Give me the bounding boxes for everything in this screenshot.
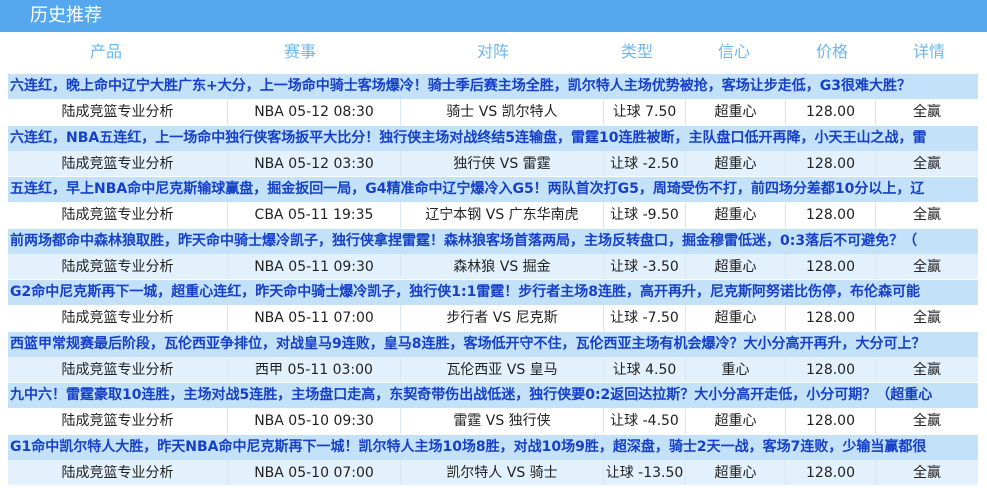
type-cell: 让球 4.50 — [604, 356, 686, 382]
detail-result-cell[interactable]: 全赢 — [876, 357, 978, 383]
price-cell: 128.00 — [786, 99, 876, 125]
recommendation-headline-link[interactable]: 前两场都命中森林狼取胜，昨天命中骑士爆冷凯子，独行侠拿捏雷霆！森林狼客场首落两局… — [8, 228, 978, 254]
product-cell: 陆成竞篮专业分析 — [8, 408, 228, 434]
type-cell: 让球 -13.50 — [604, 459, 686, 485]
history-recommendation-panel: 历史推荐 产品 赛事 对阵 类型 信心 价格 详情 六连红，晚上命中辽宁大胜广东… — [0, 0, 987, 488]
product-cell: 陆成竞篮专业分析 — [8, 150, 228, 176]
confidence-cell: 超重心 — [686, 150, 786, 176]
match-cell: 凯尔特人 VS 骑士 — [401, 459, 604, 485]
table-row: 陆成竞篮专业分析 NBA 05-12 03:30 独行侠 VS 雷霆 让球 -2… — [8, 150, 978, 177]
event-cell: 西甲 05-11 03:00 — [228, 356, 401, 382]
price-cell: 128.00 — [786, 408, 876, 434]
header-detail: 详情 — [912, 42, 946, 61]
recommendation-list: 六连红，晚上命中辽宁大胜广东+大分，上一场命中骑士客场爆冷！骑士季后赛主场全胜，… — [8, 74, 978, 486]
event-cell: NBA 05-12 03:30 — [228, 150, 401, 176]
recommendation-item: 九中六！雷霆豪取10连胜，主场对战5连胜，主场盘口走高，东契奇带伤出战低迷，独行… — [8, 383, 978, 435]
event-cell: NBA 05-12 08:30 — [228, 99, 401, 125]
recommendation-headline-link[interactable]: G2命中尼克斯再下一城，超重心连红，昨天命中骑士爆冷凯子，独行侠1:1雷霆！步行… — [8, 280, 978, 305]
match-cell: 步行者 VS 尼克斯 — [401, 305, 604, 331]
recommendation-headline-link[interactable]: 六连红，晚上命中辽宁大胜广东+大分，上一场命中骑士客场爆冷！骑士季后赛主场全胜，… — [8, 74, 978, 99]
product-cell: 陆成竞篮专业分析 — [8, 305, 228, 331]
recommendation-item: 五连红，早上NBA命中尼克斯输球赢盘，掘金扳回一局，G4精准命中辽宁爆冷入G5！… — [8, 177, 978, 229]
recommendation-item: 六连红，晚上命中辽宁大胜广东+大分，上一场命中骑士客场爆冷！骑士季后赛主场全胜，… — [8, 74, 978, 126]
detail-result-cell[interactable]: 全赢 — [876, 305, 978, 331]
detail-result-cell[interactable]: 全赢 — [876, 202, 978, 228]
product-cell: 陆成竞篮专业分析 — [8, 202, 228, 228]
event-cell: NBA 05-10 07:00 — [228, 459, 401, 485]
price-cell: 128.00 — [786, 253, 876, 279]
confidence-cell: 超重心 — [686, 305, 786, 331]
recommendation-headline-link[interactable]: 五连红，早上NBA命中尼克斯输球赢盘，掘金扳回一局，G4精准命中辽宁爆冷入G5！… — [8, 177, 978, 202]
product-cell: 陆成竞篮专业分析 — [8, 253, 228, 279]
match-cell: 辽宁本钢 VS 广东华南虎 — [401, 202, 604, 228]
product-cell: 陆成竞篮专业分析 — [8, 356, 228, 382]
table-header: 产品 赛事 对阵 类型 信心 价格 详情 — [0, 32, 987, 72]
detail-result-cell[interactable]: 全赢 — [876, 460, 978, 486]
match-cell: 骑士 VS 凯尔特人 — [401, 99, 604, 125]
price-cell: 128.00 — [786, 150, 876, 176]
type-cell: 让球 -2.50 — [604, 150, 686, 176]
detail-result-cell[interactable]: 全赢 — [876, 99, 978, 125]
recommendation-item: G2命中尼克斯再下一城，超重心连红，昨天命中骑士爆冷凯子，独行侠1:1雷霆！步行… — [8, 280, 978, 332]
price-cell: 128.00 — [786, 459, 876, 485]
match-cell: 雷霆 VS 独行侠 — [401, 408, 604, 434]
recommendation-headline-link[interactable]: G1命中凯尔特人大胜，昨天NBA命中尼克斯再下一城！凯尔特人主场10场8胜，对战… — [8, 434, 978, 460]
recommendation-headline-link[interactable]: 六连红，NBA五连红，上一场命中独行侠客场扳平大比分！独行侠主场对战终结5连输盘… — [8, 125, 978, 151]
header-match: 对阵 — [476, 42, 510, 61]
price-cell: 128.00 — [786, 305, 876, 331]
type-cell: 让球 -7.50 — [604, 305, 686, 331]
header-event: 赛事 — [283, 42, 317, 61]
table-row: 陆成竞篮专业分析 NBA 05-11 07:00 步行者 VS 尼克斯 让球 -… — [8, 305, 978, 332]
recommendation-item: 前两场都命中森林狼取胜，昨天命中骑士爆冷凯子，独行侠拿捏雷霆！森林狼客场首落两局… — [8, 228, 978, 280]
panel-title: 历史推荐 — [0, 0, 987, 32]
recommendation-headline-link[interactable]: 西篮甲常规赛最后阶段，瓦伦西亚争排位，对战皇马9连败，皇马8连胜，客场低开守不住… — [8, 331, 978, 357]
price-cell: 128.00 — [786, 356, 876, 382]
recommendation-item: G1命中凯尔特人大胜，昨天NBA命中尼克斯再下一城！凯尔特人主场10场8胜，对战… — [8, 434, 978, 486]
confidence-cell: 超重心 — [686, 408, 786, 434]
confidence-cell: 重心 — [686, 356, 786, 382]
type-cell: 让球 -3.50 — [604, 253, 686, 279]
event-cell: NBA 05-11 07:00 — [228, 305, 401, 331]
type-cell: 让球 -4.50 — [604, 408, 686, 434]
header-price: 价格 — [815, 42, 849, 61]
table-row: 陆成竞篮专业分析 NBA 05-10 09:30 雷霆 VS 独行侠 让球 -4… — [8, 408, 978, 435]
table-row: 陆成竞篮专业分析 NBA 05-12 08:30 骑士 VS 凯尔特人 让球 7… — [8, 99, 978, 126]
detail-result-cell[interactable]: 全赢 — [876, 254, 978, 280]
recommendation-item: 六连红，NBA五连红，上一场命中独行侠客场扳平大比分！独行侠主场对战终结5连输盘… — [8, 125, 978, 177]
table-row: 陆成竞篮专业分析 NBA 05-10 07:00 凯尔特人 VS 骑士 让球 -… — [8, 459, 978, 486]
match-cell: 森林狼 VS 掘金 — [401, 253, 604, 279]
confidence-cell: 超重心 — [686, 99, 786, 125]
match-cell: 瓦伦西亚 VS 皇马 — [401, 356, 604, 382]
event-cell: NBA 05-10 09:30 — [228, 408, 401, 434]
type-cell: 让球 7.50 — [604, 99, 686, 125]
table-row: 陆成竞篮专业分析 西甲 05-11 03:00 瓦伦西亚 VS 皇马 让球 4.… — [8, 356, 978, 383]
table-row: 陆成竞篮专业分析 CBA 05-11 19:35 辽宁本钢 VS 广东华南虎 让… — [8, 202, 978, 229]
table-row: 陆成竞篮专业分析 NBA 05-11 09:30 森林狼 VS 掘金 让球 -3… — [8, 253, 978, 280]
event-cell: NBA 05-11 09:30 — [228, 253, 401, 279]
confidence-cell: 超重心 — [686, 202, 786, 228]
type-cell: 让球 -9.50 — [604, 202, 686, 228]
recommendation-headline-link[interactable]: 九中六！雷霆豪取10连胜，主场对战5连胜，主场盘口走高，东契奇带伤出战低迷，独行… — [8, 383, 978, 408]
detail-result-cell[interactable]: 全赢 — [876, 408, 978, 434]
event-cell: CBA 05-11 19:35 — [228, 202, 401, 228]
header-confidence: 信心 — [717, 42, 751, 61]
product-cell: 陆成竞篮专业分析 — [8, 99, 228, 125]
price-cell: 128.00 — [786, 202, 876, 228]
recommendation-item: 西篮甲常规赛最后阶段，瓦伦西亚争排位，对战皇马9连败，皇马8连胜，客场低开守不住… — [8, 331, 978, 383]
confidence-cell: 超重心 — [686, 459, 786, 485]
confidence-cell: 超重心 — [686, 253, 786, 279]
match-cell: 独行侠 VS 雷霆 — [401, 150, 604, 176]
product-cell: 陆成竞篮专业分析 — [8, 459, 228, 485]
header-product: 产品 — [89, 42, 123, 61]
header-type: 类型 — [620, 42, 654, 61]
detail-result-cell[interactable]: 全赢 — [876, 151, 978, 177]
